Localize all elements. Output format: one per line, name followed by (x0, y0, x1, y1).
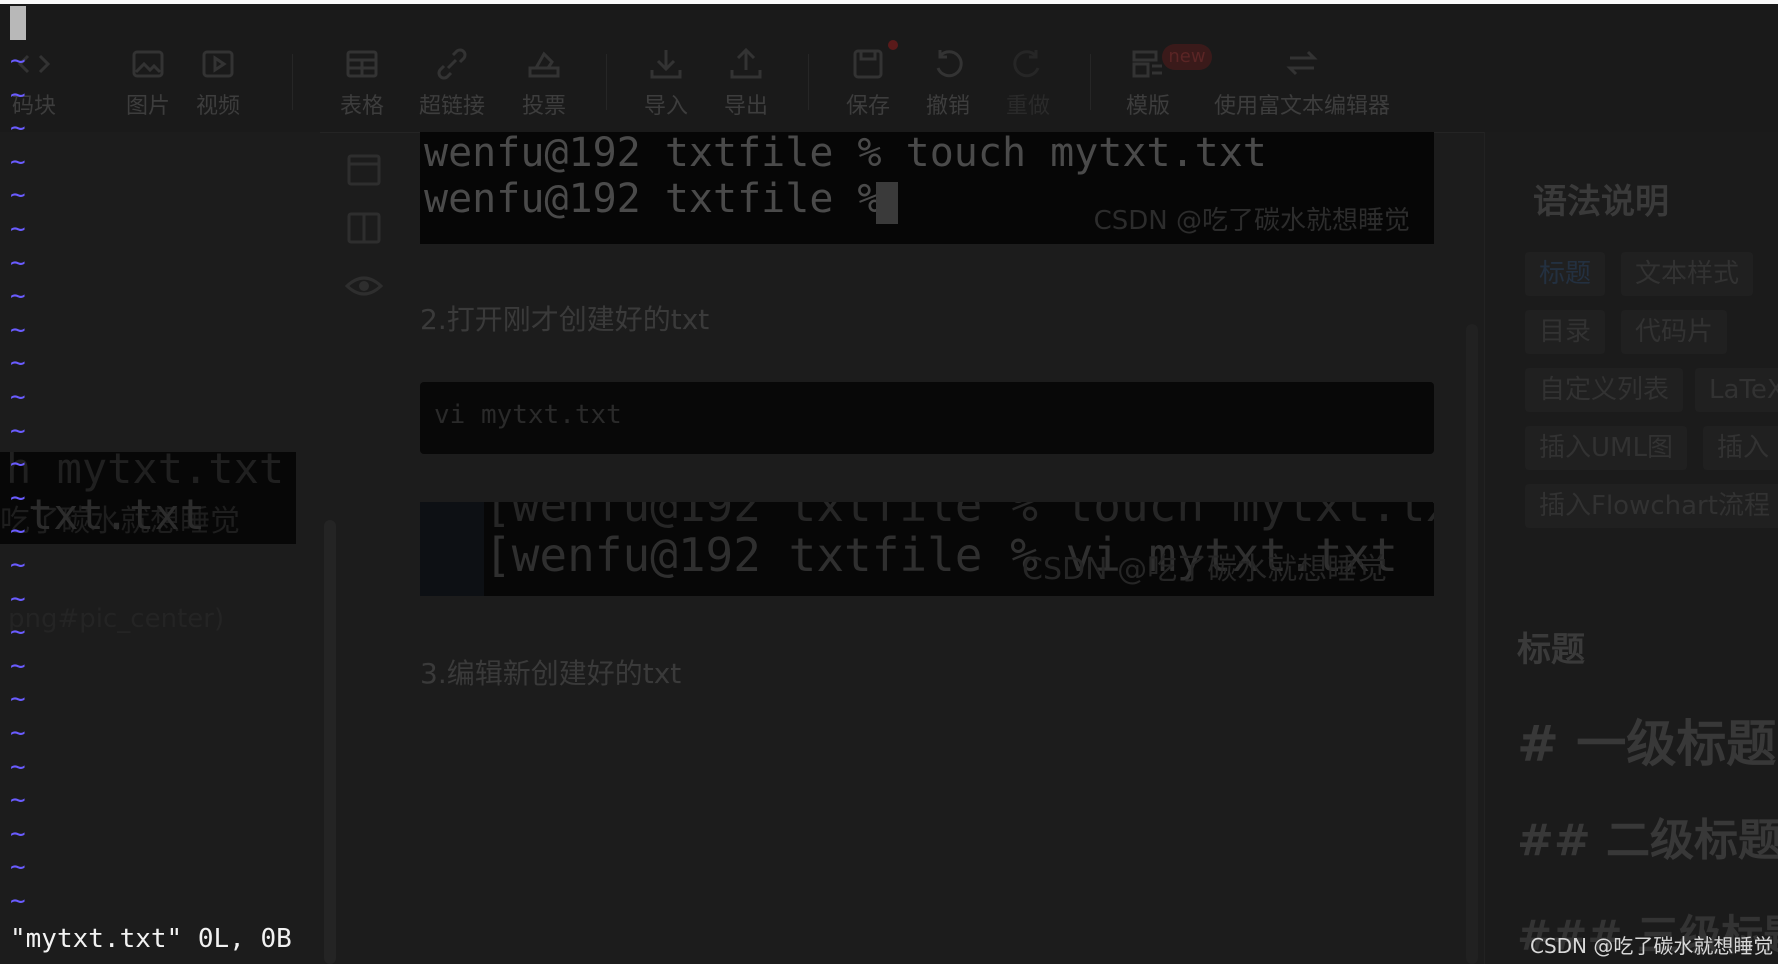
undo-icon (930, 46, 966, 82)
tag-uml[interactable]: 插入UML图 (1525, 426, 1687, 470)
layout-single-icon[interactable] (344, 150, 384, 190)
unsaved-dot (888, 40, 898, 50)
vim-tilde: ~ (10, 147, 26, 177)
terminal-cursor (876, 182, 898, 224)
toolbar-separator (292, 54, 293, 110)
save-button[interactable]: 保存 (840, 46, 896, 120)
screen: 码块 图片 视频 表格 超链接 投票 导入 导出 保存 撤销 重做 模版 new… (0, 0, 1778, 964)
preview-eye-icon[interactable] (344, 266, 384, 306)
editor-scrollbar[interactable] (324, 520, 336, 964)
vim-tilde: ~ (10, 584, 26, 614)
template-icon (1130, 46, 1166, 82)
vim-tilde: ~ (10, 315, 26, 345)
vim-tilde: ~ (10, 718, 26, 748)
vim-tilde: ~ (10, 348, 26, 378)
upload-icon (728, 46, 764, 82)
download-icon (648, 46, 684, 82)
swap-icon (1284, 46, 1320, 82)
markdown-editor-pane[interactable] (0, 132, 320, 964)
vim-tilde: ~ (10, 416, 26, 446)
undo-button[interactable]: 撤销 (920, 46, 976, 120)
vim-tilde: ~ (10, 785, 26, 815)
image-icon (130, 46, 166, 82)
tag-latex[interactable]: LaTeX (1695, 368, 1778, 412)
vim-tilde: ~ (10, 113, 26, 143)
export-button[interactable]: 导出 (718, 46, 774, 120)
vim-status-line: "mytxt.txt" 0L, 0B (10, 924, 292, 954)
video-icon (200, 46, 236, 82)
vim-tilde: ~ (10, 819, 26, 849)
vim-tilde: ~ (10, 281, 26, 311)
h1-example: # 一级标题 (1517, 715, 1777, 773)
syntax-help-panel: 语法说明 标题 文本样式 目录 代码片 自定义列表 LaTeX 插入UML图 插… (1484, 132, 1778, 964)
save-icon (850, 46, 886, 82)
vim-tilde: ~ (10, 684, 26, 714)
step-3-text: 3.编辑新创建好的txt (420, 657, 682, 690)
vim-tilde: ~ (10, 449, 26, 479)
vim-tilde: ~ (10, 80, 26, 110)
csdn-watermark: CSDN @吃了碳水就想睡觉 (1530, 934, 1774, 958)
redo-button[interactable]: 重做 (1000, 46, 1056, 120)
vim-tilde: ~ (10, 483, 26, 513)
table-icon (344, 46, 380, 82)
tag-heading[interactable]: 标题 (1525, 252, 1606, 296)
layout-split-icon[interactable] (344, 208, 384, 248)
terminal-screenshot-2: [wenfu@192 txtfile % touch mytxt.txt [we… (420, 502, 1434, 596)
toolbar-separator (1090, 54, 1091, 110)
vim-tilde: ~ (10, 550, 26, 580)
terminal-gutter (420, 502, 484, 596)
vim-tilde: ~ (10, 46, 26, 76)
vim-tilde: ~ (10, 617, 26, 647)
image-markdown-suffix: png#pic_center) (8, 604, 225, 634)
rich-text-editor-button[interactable]: 使用富文本编辑器 (1204, 46, 1400, 120)
hyperlink-button[interactable]: 超链接 (414, 46, 490, 120)
preview-scrollbar[interactable] (1466, 324, 1478, 964)
view-mode-toolbar (344, 150, 384, 324)
redo-icon (1010, 46, 1046, 82)
vim-tilde: ~ (10, 516, 26, 546)
toolbar-separator (606, 54, 607, 110)
preview-terminal-image: h mytxt.txt 吃了碳水就想睡觉 txt.txt (0, 452, 296, 544)
toolbar-separator (808, 54, 809, 110)
section-heading: 标题 (1517, 630, 1585, 670)
vim-tilde: ~ (10, 886, 26, 916)
tag-custom-list[interactable]: 自定义列表 (1525, 368, 1684, 412)
step-2-text: 2.打开刚才创建好的txt (420, 303, 710, 336)
tag-code-snippet[interactable]: 代码片 (1621, 310, 1728, 354)
tag-flowchart[interactable]: 插入Flowchart流程 (1525, 484, 1778, 528)
ballot-icon (526, 46, 562, 82)
vim-tilde: ~ (10, 382, 26, 412)
tag-text-style[interactable]: 文本样式 (1621, 252, 1754, 296)
editor-toolbar: 码块 图片 视频 表格 超链接 投票 导入 导出 保存 撤销 重做 模版 new… (0, 4, 1778, 133)
vim-tilde: ~ (10, 752, 26, 782)
panel-title: 语法说明 (1533, 182, 1669, 222)
table-button[interactable]: 表格 (334, 46, 390, 120)
vim-tilde: ~ (10, 180, 26, 210)
code-block: vi mytxt.txt (420, 382, 1434, 454)
h2-example: ## 二级标题 (1517, 815, 1778, 866)
terminal-screenshot-1: wenfu@192 txtfile % touch mytxt.txt wenf… (420, 132, 1434, 244)
import-button[interactable]: 导入 (638, 46, 694, 120)
image-button[interactable]: 图片 (120, 46, 176, 120)
link-icon (434, 46, 470, 82)
vote-button[interactable]: 投票 (516, 46, 572, 120)
vim-tilde: ~ (10, 214, 26, 244)
tag-toc[interactable]: 目录 (1525, 310, 1606, 354)
video-button[interactable]: 视频 (190, 46, 246, 120)
vim-tilde: ~ (10, 651, 26, 681)
tag-insert[interactable]: 插入 (1703, 426, 1778, 470)
vim-cursor (10, 6, 26, 40)
vim-tilde: ~ (10, 248, 26, 278)
vim-tilde: ~ (10, 852, 26, 882)
